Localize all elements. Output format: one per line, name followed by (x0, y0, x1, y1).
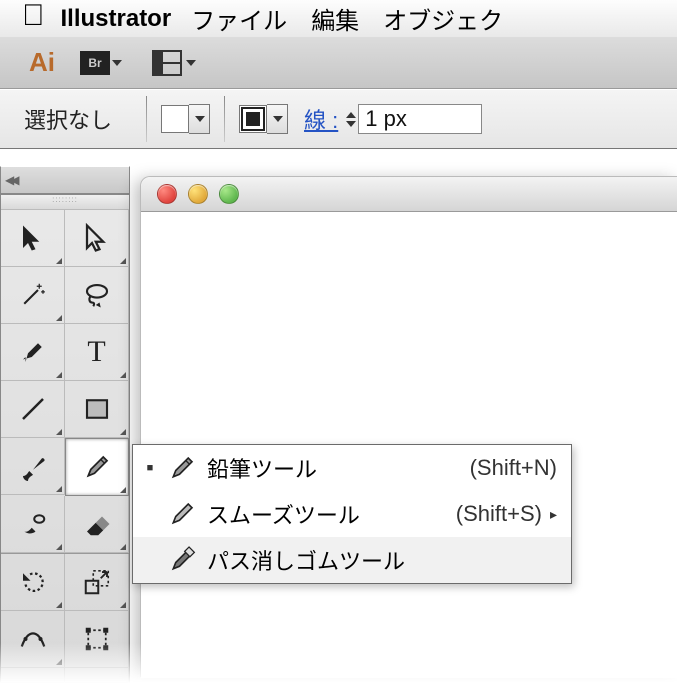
fill-swatch[interactable] (161, 105, 189, 133)
stroke-label[interactable]: 線 : (304, 103, 338, 135)
menu-object[interactable]: オブジェク (383, 1, 503, 36)
mac-menu-bar:  Illustrator ファイル 編集 オブジェク (0, 0, 677, 38)
pencil-icon (82, 452, 112, 482)
tools-panel: :::::::: T (0, 194, 130, 683)
eraser-tool[interactable] (65, 496, 129, 553)
scale-icon (82, 567, 112, 597)
document-window (140, 176, 677, 677)
collapse-arrows-icon: ◀◀ (5, 173, 15, 187)
bridge-label: Br (88, 56, 101, 70)
paintbrush-icon (18, 451, 48, 481)
zoom-window-button[interactable] (219, 184, 239, 204)
apple-menu-icon[interactable]:  (22, 1, 45, 31)
pencil-tool-flyout: ■ 鉛筆ツール (Shift+N) スムーズツール (Shift+S) ▸ パス… (132, 444, 572, 584)
flyout-item-smooth[interactable]: スムーズツール (Shift+S) ▸ (133, 491, 571, 537)
submenu-indicator-icon: ▸ (550, 506, 557, 523)
illustrator-badge-icon: Ai (20, 45, 64, 81)
pen-icon (18, 337, 48, 367)
minimize-window-button[interactable] (188, 184, 208, 204)
rectangle-icon (82, 394, 112, 424)
flyout-shortcut: (Shift+N) (470, 455, 557, 481)
divider (224, 96, 225, 142)
rotate-tool[interactable] (1, 554, 65, 611)
arrange-caret-icon[interactable] (186, 60, 196, 66)
pencil-icon (167, 453, 197, 483)
stroke-width-value[interactable]: 1 px (358, 104, 482, 134)
lasso-tool[interactable] (65, 267, 129, 324)
flyout-item-pencil[interactable]: ■ 鉛筆ツール (Shift+N) (133, 445, 571, 491)
selection-status: 選択なし (24, 103, 112, 135)
lasso-icon (82, 280, 112, 310)
smooth-icon (167, 499, 197, 529)
paintbrush-tool[interactable] (1, 438, 65, 495)
pen-tool[interactable] (1, 324, 65, 381)
blob-brush-icon (18, 509, 48, 539)
stroke-width-stepper[interactable]: 1 px (346, 104, 482, 134)
flyout-label: スムーズツール (207, 498, 450, 530)
app-bar: Ai Br (0, 37, 677, 89)
pencil-tool[interactable] (65, 438, 129, 496)
arrange-documents-icon[interactable] (152, 50, 182, 76)
flyout-label: 鉛筆ツール (207, 452, 464, 484)
current-tool-marker-icon: ■ (143, 462, 157, 474)
bridge-caret-icon[interactable] (112, 60, 122, 66)
tools-grip-icon[interactable]: :::::::: (1, 195, 129, 210)
magic-wand-icon (18, 280, 48, 310)
bridge-button[interactable]: Br (80, 51, 110, 75)
type-icon: T (87, 335, 105, 369)
selection-tool[interactable] (1, 210, 65, 267)
rotate-icon (18, 567, 48, 597)
selection-icon (18, 223, 48, 253)
rectangle-tool[interactable] (65, 381, 129, 438)
divider (146, 96, 147, 142)
app-name[interactable]: Illustrator (61, 5, 172, 33)
flyout-label: パス消しゴムツール (207, 544, 551, 576)
line-segment-tool[interactable] (1, 381, 65, 438)
blob-brush-tool[interactable] (1, 496, 65, 553)
direct-selection-icon (82, 223, 112, 253)
menu-edit[interactable]: 編集 (311, 1, 359, 36)
scale-tool[interactable] (65, 554, 129, 611)
stroke-dropdown[interactable] (267, 104, 288, 134)
menu-file[interactable]: ファイル (191, 1, 287, 36)
magic-wand-tool[interactable] (1, 267, 65, 324)
window-titlebar[interactable] (141, 177, 677, 212)
flyout-item-path-eraser[interactable]: パス消しゴムツール (133, 537, 571, 583)
panel-collapse-bar[interactable]: ◀◀ (0, 166, 130, 194)
close-window-button[interactable] (157, 184, 177, 204)
stepper-arrows-icon[interactable] (346, 112, 356, 127)
path-eraser-icon (167, 545, 197, 575)
line-icon (18, 394, 48, 424)
type-tool[interactable]: T (65, 324, 129, 381)
fill-dropdown[interactable] (189, 104, 210, 134)
stroke-swatch[interactable] (239, 105, 267, 133)
direct-selection-tool[interactable] (65, 210, 129, 267)
control-bar: 選択なし 線 : 1 px (0, 89, 677, 149)
flyout-shortcut: (Shift+S) (456, 501, 542, 527)
eraser-icon (82, 509, 112, 539)
